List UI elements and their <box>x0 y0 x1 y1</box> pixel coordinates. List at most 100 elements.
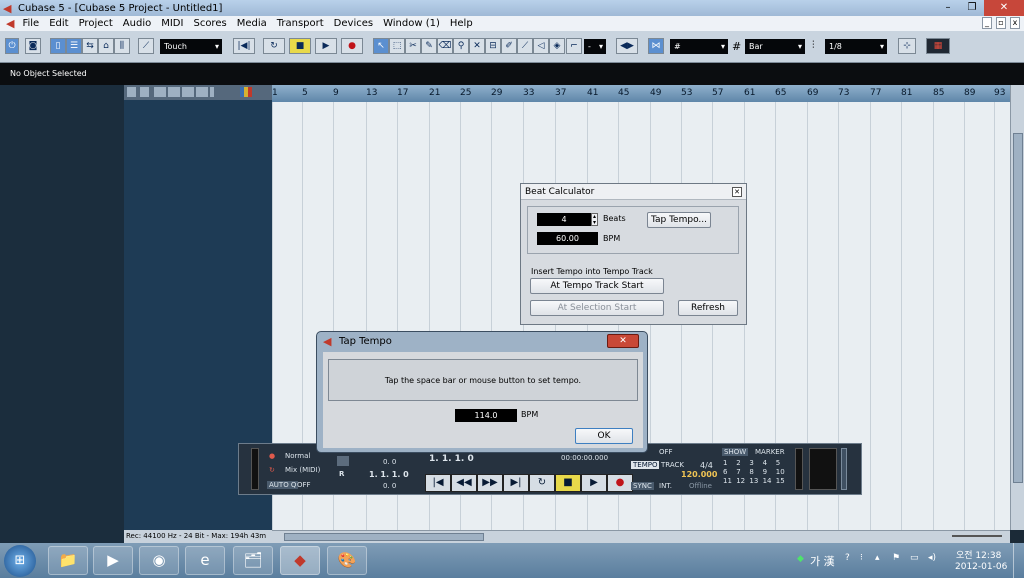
marker-button[interactable]: 13 <box>749 477 762 485</box>
cycle-mode-mix[interactable]: Mix (MIDI) <box>285 466 320 474</box>
show-markers-button[interactable]: SHOW <box>722 448 749 456</box>
marker-button[interactable]: 10 <box>776 468 789 476</box>
position-time-display[interactable]: 00:00:00.000 <box>561 454 608 462</box>
marker-button[interactable]: 5 <box>776 459 789 467</box>
autoscroll-icon[interactable]: ⌐ <box>566 38 582 54</box>
pool-icon[interactable]: ⌂ <box>98 38 114 54</box>
track-colors-icon[interactable] <box>240 87 252 97</box>
cycle-icon[interactable]: ↻ <box>263 38 285 54</box>
activate-project-icon[interactable]: ◙ <box>25 38 41 54</box>
right-locator-time[interactable]: 0. 0 <box>383 482 396 490</box>
overview-toggle-icon[interactable]: ⇆ <box>82 38 98 54</box>
cycle-button[interactable]: ↻ <box>529 474 555 492</box>
grid-type-select[interactable]: Bar <box>745 39 805 54</box>
internet-explorer-icon[interactable]: e <box>185 546 225 575</box>
marker-button[interactable]: 3 <box>749 459 762 467</box>
marker-button[interactable]: 8 <box>749 468 762 476</box>
menu-project[interactable]: Project <box>74 18 118 29</box>
record-icon[interactable]: ● <box>341 38 363 54</box>
rewind-button[interactable]: ◀◀ <box>451 474 477 492</box>
marker-button[interactable]: 1 <box>723 459 736 467</box>
locator-mode-icon[interactable] <box>337 456 349 466</box>
inspector-toggle-icon[interactable]: ▯ <box>50 38 66 54</box>
range-tool-icon[interactable]: ⬚ <box>389 38 405 54</box>
infoline-toggle-icon[interactable]: ☰ <box>66 38 82 54</box>
record-button[interactable]: ● <box>607 474 633 492</box>
auto-quantize-value[interactable]: OFF <box>297 481 311 489</box>
pencil-tool-icon[interactable]: ✐ <box>501 38 517 54</box>
marker-button[interactable]: 14 <box>763 477 776 485</box>
cubase-menu-icon[interactable]: ◀ <box>0 17 17 30</box>
mdi-restore-button[interactable]: ▫ <box>996 17 1006 29</box>
menu-audio[interactable]: Audio <box>118 18 156 29</box>
tempo-value[interactable]: 120.000 <box>681 470 717 479</box>
marker-button[interactable]: 15 <box>776 477 789 485</box>
network-icon[interactable]: ◆ <box>797 554 804 564</box>
left-locator-time[interactable]: 0. 0 <box>383 458 396 466</box>
tempo-toggle[interactable]: TEMPO <box>631 461 660 469</box>
action-center-icon[interactable]: ⚑ <box>892 553 900 563</box>
split-tool-icon[interactable]: ✂ <box>405 38 421 54</box>
play-tool-icon[interactable]: ◁ <box>533 38 549 54</box>
menu-file[interactable]: File <box>17 18 44 29</box>
at-tempo-track-start-button[interactable]: At Tempo Track Start <box>530 278 664 294</box>
mute-tool-icon[interactable]: ✕ <box>469 38 485 54</box>
clock-time[interactable]: 오전 12:38 <box>956 548 1001 561</box>
tap-tempo-button[interactable]: Tap Tempo... <box>647 212 711 228</box>
explorer-icon[interactable]: 📁 <box>48 546 88 575</box>
paint-icon[interactable]: 🎨 <box>327 546 367 575</box>
stop-button[interactable]: ■ <box>555 474 581 492</box>
sync-toggle[interactable]: SYNC <box>631 482 654 490</box>
snap-to-zero-icon[interactable]: ⊹ <box>898 38 916 54</box>
tray-expand-icon[interactable]: ▴ <box>875 553 880 563</box>
zoom-slider[interactable] <box>952 535 1002 537</box>
menu-edit[interactable]: Edit <box>44 18 73 29</box>
snap-mode-select[interactable]: # <box>670 39 728 54</box>
beat-calculator-close-icon[interactable]: ✕ <box>732 187 742 197</box>
vertical-scroll-thumb[interactable] <box>1013 133 1023 483</box>
record-mode-normal[interactable]: Normal <box>285 452 310 460</box>
play-button[interactable]: ▶ <box>581 474 607 492</box>
color-palette-icon[interactable]: ▦ <box>926 38 950 54</box>
master-volume-slider[interactable] <box>841 448 847 490</box>
mdi-minimize-button[interactable]: _ <box>982 17 992 29</box>
track-list-menu-icon[interactable] <box>127 87 136 97</box>
beats-stepper[interactable]: ▴ ▾ <box>591 213 598 226</box>
help-icon[interactable]: ? <box>845 553 850 563</box>
track-folder-icon[interactable] <box>140 87 149 97</box>
line-tool-icon[interactable]: ⟋ <box>517 38 533 54</box>
ok-button[interactable]: OK <box>575 428 633 444</box>
horizontal-scroll-thumb[interactable] <box>284 533 484 541</box>
menu-help[interactable]: Help <box>445 18 478 29</box>
menu-midi[interactable]: MIDI <box>156 18 188 29</box>
nudge-select[interactable]: - <box>584 39 606 54</box>
cubase-task-icon[interactable]: ◆ <box>280 546 320 575</box>
nudge-palette-icon[interactable]: ◀▶ <box>616 38 638 54</box>
menu-devices[interactable]: Devices <box>329 18 378 29</box>
close-button[interactable]: ✕ <box>984 0 1024 16</box>
chrome-icon[interactable]: ◉ <box>139 546 179 575</box>
mdi-close-button[interactable]: x <box>1010 17 1020 29</box>
snap-toggle-icon[interactable]: ⋈ <box>648 38 664 54</box>
time-warp-tool-icon[interactable]: ⊟ <box>485 38 501 54</box>
file-manager-icon[interactable]: 🗂 <box>233 546 273 575</box>
marker-button[interactable]: 9 <box>763 468 776 476</box>
refresh-button[interactable]: Refresh <box>678 300 738 316</box>
auto-quantize-label[interactable]: AUTO Q <box>267 481 299 489</box>
mixer-icon[interactable]: ⫼ <box>114 38 130 54</box>
menu-scores[interactable]: Scores <box>188 18 231 29</box>
clock-date[interactable]: 2012-01-06 <box>955 562 1007 572</box>
media-player-icon[interactable]: ▶ <box>93 546 133 575</box>
ime-indicator[interactable]: 가 漢 <box>810 553 835 569</box>
marker-button[interactable]: 2 <box>736 459 749 467</box>
marker-button[interactable]: 7 <box>736 468 749 476</box>
automation-mode-select[interactable]: Touch <box>160 39 222 54</box>
track-controls-icon[interactable] <box>154 87 214 97</box>
zoom-tool-icon[interactable]: ⚲ <box>453 38 469 54</box>
marker-button[interactable]: 12 <box>736 477 749 485</box>
goto-end-button[interactable]: ▶| <box>503 474 529 492</box>
goto-start-icon[interactable]: |◀| <box>233 38 255 54</box>
color-tool-icon[interactable]: ◈ <box>549 38 565 54</box>
volume-icon[interactable]: ◂) <box>928 553 936 563</box>
menu-media[interactable]: Media <box>232 18 272 29</box>
